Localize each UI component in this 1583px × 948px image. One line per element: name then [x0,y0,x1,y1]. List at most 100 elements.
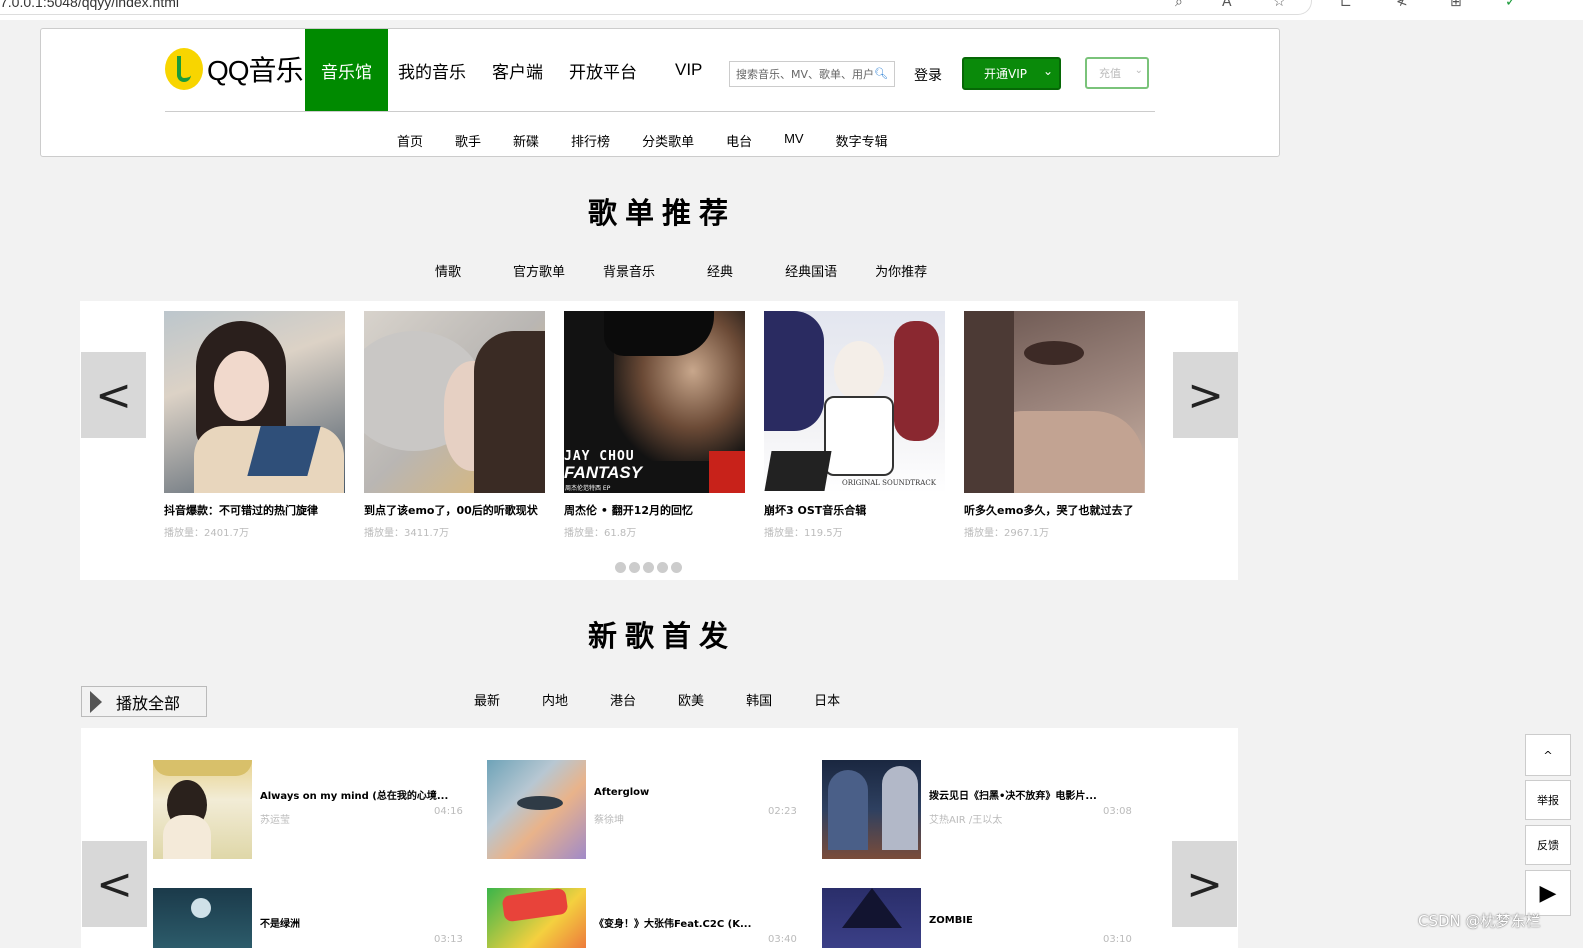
recharge-button[interactable]: 充值 ⌄ [1085,57,1149,89]
song-title[interactable]: 《变身！》大张伟Feat.C2C (K... [594,915,751,930]
playlist-card[interactable]: JAY CHOU FANTASY 周杰伦范特西 EP 周杰伦 • 翻开12月的回… [564,311,745,539]
tab-latest[interactable]: 最新 [474,690,500,709]
song-item[interactable]: 《变身！》大张伟Feat.C2C (K... 03:40 [487,888,797,948]
subnav-radio[interactable]: 电台 [726,131,752,150]
song-duration: 03:08 [1103,806,1132,817]
song-cover[interactable] [487,760,586,859]
song-title[interactable]: 拨云见日《扫黑•决不放弃》电影片... [929,787,1097,802]
subnav-mv[interactable]: MV [784,131,804,150]
tab-classics[interactable]: 经典 [707,261,733,280]
song-cover[interactable] [153,888,252,948]
qq-music-logo[interactable]: QQ音乐 [165,47,304,91]
zoom-icon[interactable]: ⌕ [1175,0,1183,10]
nav-my-music[interactable]: 我的音乐 [388,29,476,111]
nav-vip[interactable]: VIP [647,29,712,111]
play-all-button[interactable]: 播放全部 [81,686,207,717]
subnav-home[interactable]: 首页 [397,131,423,150]
read-aloud-icon[interactable]: A [1222,0,1232,10]
subnav-categories[interactable]: 分类歌单 [642,131,694,150]
search-icon[interactable]: 🔍︎ [874,67,888,80]
favorite-star-icon[interactable]: ☆ [1273,0,1286,10]
login-link[interactable]: 登录 [914,65,942,85]
playlist-name[interactable]: 到点了该emo了，00后的听歌现状 [364,502,545,518]
search-input[interactable]: 搜索音乐、MV、歌单、用户 🔍︎ [729,61,895,87]
subnav-singers[interactable]: 歌手 [455,131,481,150]
subnav-charts[interactable]: 排行榜 [571,131,610,150]
subnav-new-albums[interactable]: 新碟 [513,131,539,150]
song-item[interactable]: Afterglow 蔡徐坤 02:23 [487,760,797,860]
back-to-top-button[interactable]: ^ [1525,734,1571,776]
carousel-dot[interactable] [657,562,668,573]
collections-icon[interactable]: ⊞ [1450,0,1462,10]
tab-korea[interactable]: 韩国 [746,690,772,709]
new-songs-panel: < > Always on my mind (总在我的心境... 苏运莹 04:… [81,728,1238,948]
song-title[interactable]: Afterglow [594,787,649,798]
playlist-card[interactable]: 抖音爆款：不可错过的热门旋律 播放量：2401.7万 [164,311,345,539]
song-item[interactable]: ZOMBIE 03:10 [822,888,1132,948]
playlist-name[interactable]: 听多久emo多久，哭了也就过去了 [964,502,1145,518]
carousel-next-button[interactable]: > [1173,352,1238,438]
playlist-play-count: 播放量：2967.1万 [964,528,1049,539]
watermark: CSDN @枕梦东栏 [1418,912,1541,930]
carousel-dot[interactable] [643,562,654,573]
nav-client[interactable]: 客户端 [476,29,553,111]
report-button[interactable]: 举报 [1525,780,1571,820]
song-title[interactable]: ZOMBIE [929,915,973,926]
url-text[interactable]: 7.0.0.1:5048/qqyy/index.html [0,0,179,10]
song-artist[interactable]: 艾热AIR /王以太 [929,811,1002,826]
song-duration: 02:23 [768,806,797,817]
song-title[interactable]: Always on my mind (总在我的心境... [260,787,448,802]
song-cover[interactable] [822,888,921,948]
song-cover[interactable] [487,888,586,948]
carousel-dot[interactable] [615,562,626,573]
open-vip-button[interactable]: 开通VIP ⌄ [962,57,1061,90]
song-artist[interactable]: 蔡徐坤 [594,811,624,826]
song-cover[interactable] [822,760,921,859]
playlist-name[interactable]: 周杰伦 • 翻开12月的回忆 [564,502,745,518]
tab-classic-mandarin[interactable]: 经典国语 [785,261,837,280]
playlist-card[interactable]: ORIGINAL SOUNDTRACK 崩坏3 OST音乐合辑 播放量：119.… [764,311,945,539]
tab-love-songs[interactable]: 情歌 [435,261,461,280]
new-songs-prev-button[interactable]: < [82,841,147,927]
song-cover[interactable] [153,760,252,859]
playlist-name[interactable]: 抖音爆款：不可错过的热门旋律 [164,502,345,518]
url-field[interactable] [0,0,1312,15]
playlist-cover[interactable] [164,311,345,493]
playlist-card[interactable]: 到点了该emo了，00后的听歌现状 播放量：3411.7万 [364,311,545,539]
playlist-card[interactable]: 听多久emo多久，哭了也就过去了 播放量：2967.1万 [964,311,1145,539]
feedback-button[interactable]: 反馈 [1525,825,1571,865]
tab-official-playlists[interactable]: 官方歌单 [513,261,565,280]
song-item[interactable]: Always on my mind (总在我的心境... 苏运莹 04:16 [153,760,463,860]
new-songs-section-title: 新歌首发 [588,619,737,653]
song-item[interactable]: 拨云见日《扫黑•决不放弃》电影片... 艾热AIR /王以太 03:08 [822,760,1132,860]
playlist-play-count: 播放量：3411.7万 [364,528,449,539]
playlist-cover[interactable]: JAY CHOU FANTASY 周杰伦范特西 EP [564,311,745,493]
tab-for-you[interactable]: 为你推荐 [875,261,927,280]
nav-open-platform[interactable]: 开放平台 [553,29,647,111]
playlist-name[interactable]: 崩坏3 OST音乐合辑 [764,502,945,518]
nav-music-hall[interactable]: 音乐馆 [305,29,388,111]
song-artist[interactable]: 苏运莹 [260,811,290,826]
subnav-digital-albums[interactable]: 数字专辑 [836,131,888,150]
tab-hk-tw[interactable]: 港台 [610,690,636,709]
song-duration: 04:16 [434,806,463,817]
tab-bgm[interactable]: 背景音乐 [603,261,655,280]
carousel-dot[interactable] [629,562,640,573]
browser-essentials-icon[interactable]: ✓ [1505,0,1517,10]
playlist-play-count: 播放量：2401.7万 [164,528,249,539]
split-screen-icon[interactable]: ⊏ [1340,0,1352,10]
tab-japan[interactable]: 日本 [814,690,840,709]
playlist-cover[interactable]: ORIGINAL SOUNDTRACK [764,311,945,493]
playlist-cover[interactable] [964,311,1145,493]
carousel-pagination [615,562,682,573]
chevron-down-icon: ⌄ [1042,64,1053,78]
song-item[interactable]: 不是绿洲 03:13 [153,888,463,948]
carousel-dot[interactable] [671,562,682,573]
playlist-cover[interactable] [364,311,545,493]
tab-mainland[interactable]: 内地 [542,690,568,709]
carousel-prev-button[interactable]: < [81,352,146,438]
song-title[interactable]: 不是绿洲 [260,915,300,930]
new-songs-next-button[interactable]: > [1172,841,1237,927]
tab-western[interactable]: 欧美 [678,690,704,709]
favorites-icon[interactable]: ≮ [1396,0,1408,10]
